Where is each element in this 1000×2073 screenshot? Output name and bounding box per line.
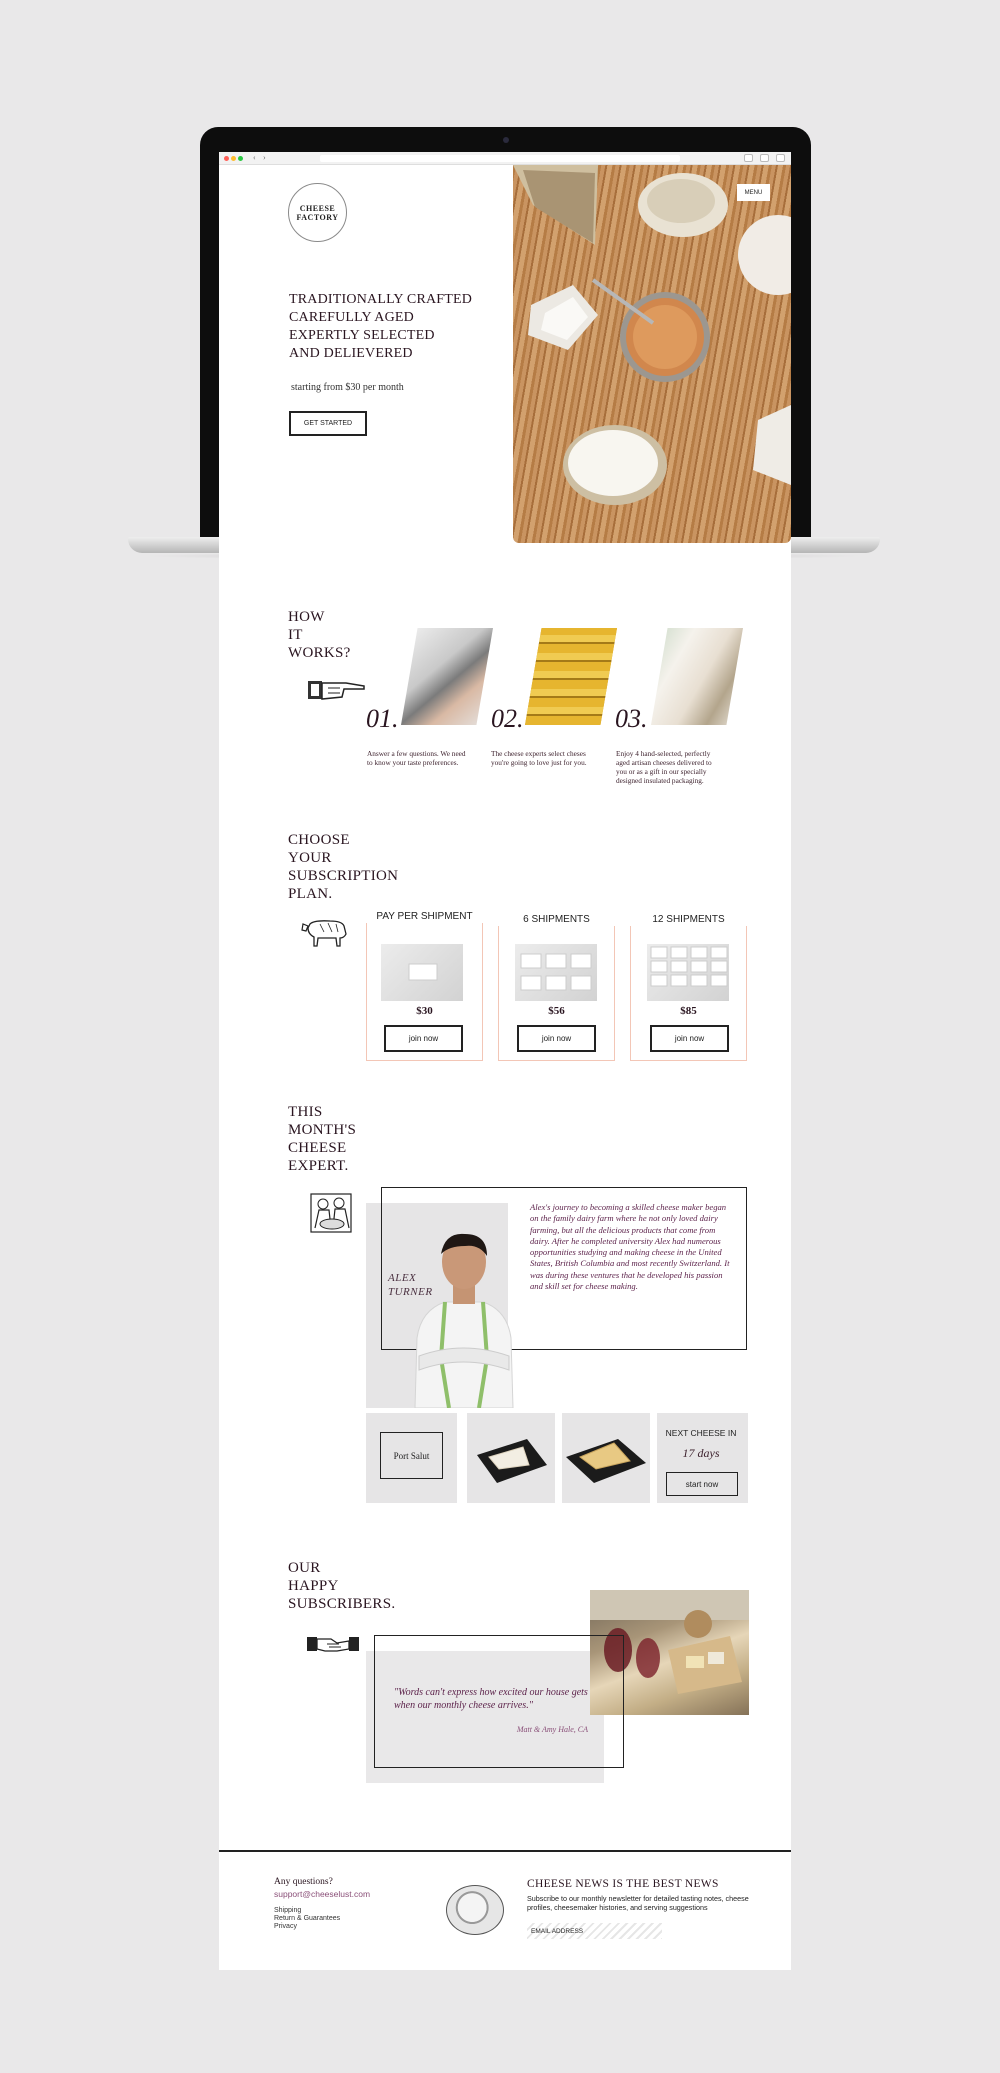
next-cheese-label: NEXT CHEESE IN bbox=[665, 1428, 737, 1438]
get-started-button[interactable]: GET STARTED bbox=[289, 411, 367, 436]
heading-line: EXPERT. bbox=[288, 1158, 349, 1174]
plan-2-price: $56 bbox=[548, 1005, 565, 1017]
testimonial-author: Matt & Amy Hale, CA bbox=[516, 1725, 588, 1734]
newsletter-email-input[interactable] bbox=[527, 1923, 662, 1939]
step-1-text: Answer a few questions. We need to know … bbox=[367, 749, 466, 767]
back-icon[interactable]: ‹ bbox=[253, 153, 256, 163]
join-now-button-1[interactable]: join now bbox=[384, 1025, 463, 1052]
heading-line: MONTH'S bbox=[288, 1122, 357, 1138]
hero-cheese-image bbox=[513, 165, 791, 543]
hero-headline-line: AND DELIEVERED bbox=[289, 346, 413, 361]
webcam bbox=[503, 137, 509, 143]
step-2-number: 02. bbox=[491, 704, 524, 733]
hero-headline: TRADITIONALLY CRAFTED CAREFULLY AGED EXP… bbox=[289, 291, 489, 363]
cow-icon bbox=[301, 920, 347, 947]
box-graphic bbox=[408, 963, 438, 981]
minimize-window-dot[interactable] bbox=[231, 156, 236, 161]
footer-question: Any questions? bbox=[274, 1877, 333, 1887]
hero-price-line: starting from $30 per month bbox=[291, 382, 404, 393]
plan-1-box-image bbox=[381, 944, 463, 1001]
footer-link-shipping[interactable]: Shipping bbox=[274, 1907, 301, 1914]
close-window-dot[interactable] bbox=[224, 156, 229, 161]
heading-line: OUR bbox=[288, 1560, 321, 1576]
logo-text: CHEESE FACTORY bbox=[296, 203, 339, 222]
plan-3-title: 12 SHIPMENTS bbox=[630, 914, 747, 926]
step-1-number: 01. bbox=[366, 704, 399, 733]
how-it-works-heading: HOW IT WORKS? bbox=[288, 608, 351, 662]
new-tab-icon[interactable] bbox=[776, 154, 785, 162]
footer-link-privacy[interactable]: Privacy bbox=[274, 1923, 297, 1930]
subscription-heading: CHOOSE YOUR SUBSCRIPTION PLAN. bbox=[288, 831, 398, 903]
pointing-hand-icon bbox=[308, 681, 365, 700]
plan-1-title: PAY PER SHIPMENT bbox=[366, 911, 483, 923]
heading-line: PLAN. bbox=[288, 886, 333, 902]
heading-line: THIS bbox=[288, 1104, 323, 1120]
cheesemaker-engraving-icon bbox=[310, 1193, 352, 1233]
plan-2-title: 6 SHIPMENTS bbox=[498, 914, 615, 926]
cheese-badge-icon bbox=[446, 1885, 504, 1935]
brie-slice-on-slate bbox=[477, 1439, 547, 1483]
box-grid-graphic bbox=[520, 953, 592, 991]
expert-name: ALEX TURNER bbox=[388, 1271, 433, 1299]
heading-line: CHEESE bbox=[288, 1140, 347, 1156]
plan-2-box-image bbox=[515, 944, 597, 1001]
plan-3-box-image bbox=[647, 944, 729, 1001]
newsletter-description: Subscribe to our monthly newsletter for … bbox=[527, 1894, 749, 1912]
step-3-number: 03. bbox=[615, 704, 648, 733]
tabs-icon[interactable] bbox=[760, 154, 769, 162]
hero-headline-line: EXPERTLY SELECTED bbox=[289, 328, 435, 343]
handshake-icon bbox=[307, 1637, 359, 1652]
heading-line: SUBSCRIBERS. bbox=[288, 1596, 396, 1612]
support-email-link[interactable]: support@cheeselust.com bbox=[274, 1889, 370, 1899]
heading-line: IT bbox=[288, 627, 303, 643]
heading-line: YOUR bbox=[288, 850, 332, 866]
expert-first-name: ALEX bbox=[388, 1272, 417, 1284]
heading-line: WORKS? bbox=[288, 645, 351, 661]
expert-heading: THIS MONTH'S CHEESE EXPERT. bbox=[288, 1103, 356, 1175]
join-now-button-2[interactable]: join now bbox=[517, 1025, 596, 1052]
heading-line: HAPPY bbox=[288, 1578, 339, 1594]
testimonial-quote: "Words can't express how excited our hou… bbox=[394, 1687, 588, 1711]
heading-line: SUBSCRIPTION bbox=[288, 868, 399, 884]
expert-portrait bbox=[414, 1233, 514, 1408]
share-icon[interactable] bbox=[744, 154, 753, 162]
plan-1-price: $30 bbox=[416, 1005, 433, 1017]
heading-line: HOW bbox=[288, 609, 325, 625]
newsletter-heading: CHEESE NEWS IS THE BEST NEWS bbox=[527, 1878, 719, 1890]
expert-last-name: TURNER bbox=[388, 1286, 433, 1298]
subscribers-heading: OUR HAPPY SUBSCRIBERS. bbox=[288, 1559, 395, 1613]
heading-line: CHOOSE bbox=[288, 832, 350, 848]
cheese-photo-tile-2[interactable] bbox=[562, 1413, 650, 1503]
maximize-window-dot[interactable] bbox=[238, 156, 243, 161]
footer-divider bbox=[219, 1850, 791, 1852]
menu-button[interactable]: MENU bbox=[737, 184, 770, 201]
forward-icon[interactable]: › bbox=[263, 153, 266, 163]
hard-cheese-on-slate bbox=[566, 1439, 646, 1483]
site-logo[interactable]: CHEESE FACTORY bbox=[288, 183, 347, 242]
join-now-button-3[interactable]: join now bbox=[650, 1025, 729, 1052]
next-cheese-countdown: 17 days bbox=[682, 1446, 720, 1460]
cheese-board-illustration bbox=[513, 165, 791, 505]
box-grid-graphic bbox=[650, 946, 728, 987]
expert-bio: Alex's journey to becoming a skilled che… bbox=[530, 1202, 730, 1292]
footer-link-returns[interactable]: Return & Guarantees bbox=[274, 1915, 340, 1922]
cheese-photo-tile-1[interactable] bbox=[467, 1413, 555, 1503]
featured-cheese-label: Port Salut bbox=[380, 1432, 443, 1479]
plan-3-price: $85 bbox=[680, 1005, 697, 1017]
start-now-button[interactable]: start now bbox=[666, 1472, 738, 1496]
step-2-text: The cheese experts select cheses you're … bbox=[491, 749, 587, 767]
hero-headline-line: CAREFULLY AGED bbox=[289, 310, 414, 325]
hero-headline-line: TRADITIONALLY CRAFTED bbox=[289, 292, 473, 307]
address-bar[interactable] bbox=[320, 155, 680, 162]
step-3-text: Enjoy 4 hand-selected, perfectly aged ar… bbox=[616, 749, 712, 785]
